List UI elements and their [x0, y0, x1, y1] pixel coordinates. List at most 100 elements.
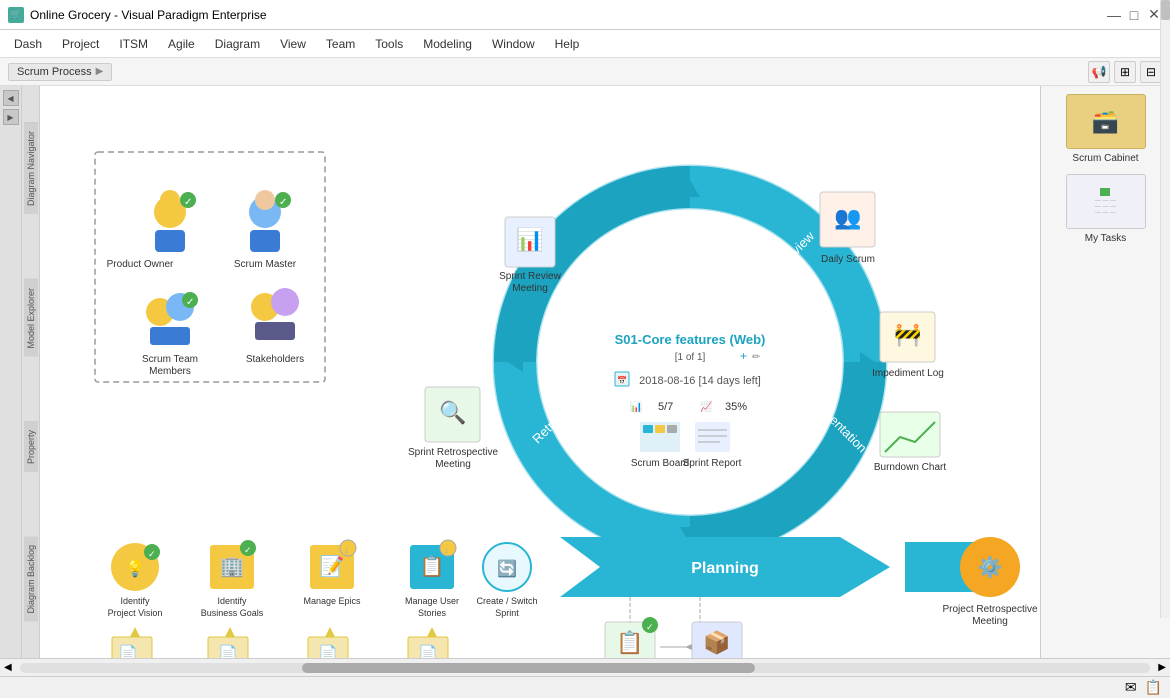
svg-text:🔄: 🔄 — [497, 559, 517, 578]
status-bar: ✉ 📋 — [0, 676, 1170, 698]
scroll-thumb[interactable] — [302, 663, 754, 673]
menu-dash[interactable]: Dash — [4, 33, 52, 55]
titlebar-left: 🛒 Online Grocery - Visual Paradigm Enter… — [8, 7, 267, 23]
stakeholders-group[interactable]: Stakeholders — [246, 288, 304, 365]
svg-text:Daily Scrum: Daily Scrum — [821, 254, 875, 265]
menu-window[interactable]: Window — [482, 33, 545, 55]
sprint-edit-icon[interactable]: ✏ — [752, 352, 761, 363]
bottom-scrollbar: ◀ ▶ — [0, 658, 1170, 676]
svg-text:✓: ✓ — [279, 197, 287, 208]
svg-text:📄: 📄 — [218, 644, 238, 658]
clipboard-icon[interactable]: 📋 — [1145, 679, 1162, 696]
menu-view[interactable]: View — [270, 33, 316, 55]
svg-text:Project Vision: Project Vision — [108, 608, 163, 618]
sprint-retrospective-meeting[interactable]: 🔍 Sprint Retrospective Meeting — [408, 387, 498, 470]
create-switch-sprint[interactable]: 🔄 Create / Switch Sprint — [476, 543, 537, 618]
svg-text:📅: 📅 — [617, 375, 627, 385]
prioritized-user-stories[interactable]: 📄 Prioritized User Stories — [403, 637, 453, 658]
identify-business-goals[interactable]: 🏢 ✓ Identify Business Goals — [201, 540, 264, 618]
menu-agile[interactable]: Agile — [158, 33, 205, 55]
svg-text:Manage User: Manage User — [405, 596, 459, 606]
svg-text:Meeting: Meeting — [435, 459, 471, 470]
my-tasks-item[interactable]: — — — — — — — — — My Tasks — [1066, 174, 1146, 244]
svg-text:Meeting: Meeting — [972, 616, 1008, 627]
menu-project[interactable]: Project — [52, 33, 109, 55]
tab-diagram-navigator[interactable]: Diagram Navigator — [24, 122, 38, 214]
sprint-progress-pct: 35% — [725, 401, 747, 413]
scrum-master-group[interactable]: ✓ Scrum Master — [234, 190, 297, 270]
project-vision-artifact[interactable]: 📄 Project Vision — [112, 637, 152, 658]
arrow-down-1 — [130, 627, 140, 637]
left-icon-2[interactable]: ▶ — [3, 109, 19, 125]
manage-user-stories[interactable]: 📋 ↓ Manage User Stories — [405, 540, 459, 618]
tab-property[interactable]: Property — [24, 421, 38, 472]
menu-help[interactable]: Help — [545, 33, 590, 55]
window-controls[interactable]: — □ ✕ — [1106, 7, 1162, 23]
manage-epics[interactable]: 📝 ↓ Manage Epics — [303, 540, 361, 606]
scrum-cabinet-icon: 🗃️ — [1066, 94, 1146, 149]
svg-text:📄: 📄 — [318, 644, 338, 658]
scroll-right-btn[interactable]: ▶ — [1158, 662, 1166, 673]
menu-modeling[interactable]: Modeling — [413, 33, 482, 55]
svg-text:↓: ↓ — [444, 545, 449, 555]
planning-label: Planning — [691, 560, 759, 577]
svg-text:Impediment Log: Impediment Log — [872, 368, 944, 379]
scroll-track[interactable] — [20, 663, 1151, 673]
svg-text:Sprint Report: Sprint Report — [683, 458, 742, 469]
prioritized-epics[interactable]: 📄 Prioritized Epics — [308, 637, 348, 658]
prioritized-use-cases[interactable]: 📄 Prioritized Use Cases — [206, 637, 251, 658]
sprint-backlog-artifact[interactable]: 📦 Sprint Backlog — [692, 622, 742, 658]
scrum-team-members-group[interactable]: ✓ Scrum Team Members — [142, 292, 198, 377]
scrum-cabinet-item[interactable]: 🗃️ Scrum Cabinet — [1066, 94, 1146, 164]
app-title: Online Grocery - Visual Paradigm Enterpr… — [30, 8, 267, 22]
conn-arrow-head — [685, 644, 692, 650]
breadcrumb[interactable]: Scrum Process ▶ — [8, 63, 112, 81]
impediment-log[interactable]: 🚧 Impediment Log — [872, 312, 944, 379]
email-icon[interactable]: ✉ — [1125, 679, 1137, 696]
sprint-progress-count: 5/7 — [658, 401, 673, 413]
menu-diagram[interactable]: Diagram — [205, 33, 270, 55]
sprint-planning-meeting[interactable]: 📋 ✓ Sprint Planning Meeting — [599, 617, 660, 658]
svg-text:Meeting: Meeting — [512, 283, 548, 294]
sprint-add-icon[interactable]: + — [740, 349, 747, 363]
left-tab-labels: Diagram Navigator Model Explorer Propert… — [22, 86, 40, 658]
menu-tools[interactable]: Tools — [365, 33, 413, 55]
left-icon-1[interactable]: ◀ — [3, 90, 19, 106]
grid-icon[interactable]: ⊞ — [1114, 61, 1136, 83]
svg-text:Create / Switch: Create / Switch — [476, 596, 537, 606]
panel-icon[interactable]: ⊟ — [1140, 61, 1162, 83]
svg-text:⚙️: ⚙️ — [978, 555, 1003, 579]
my-tasks-label: My Tasks — [1085, 233, 1127, 244]
svg-text:Burndown Chart: Burndown Chart — [874, 462, 946, 473]
right-panel: 🗃️ Scrum Cabinet — — — — — — — — — My Ta… — [1040, 86, 1170, 658]
svg-text:Identify: Identify — [120, 596, 150, 606]
svg-text:👥: 👥 — [834, 205, 861, 230]
breadcrumb-bar: Scrum Process ▶ 📢 ⊞ ⊟ — [0, 58, 1170, 86]
minimize-button[interactable]: — — [1106, 7, 1122, 23]
maximize-button[interactable]: □ — [1126, 7, 1142, 23]
scrum-cabinet-label: Scrum Cabinet — [1072, 153, 1138, 164]
breadcrumb-toolbar: 📢 ⊞ ⊟ — [1088, 61, 1162, 83]
diagram-svg: ✓ Product Owner ✓ Scrum Master ✓ Scrum T… — [40, 86, 1040, 658]
tab-diagram-backlog[interactable]: Diagram Backlog — [24, 537, 38, 622]
svg-text:📋: 📋 — [420, 554, 445, 578]
burndown-chart[interactable]: Burndown Chart — [874, 412, 946, 473]
svg-text:Scrum Master: Scrum Master — [234, 259, 297, 270]
scroll-left-btn[interactable]: ◀ — [4, 662, 12, 673]
product-owner-group[interactable]: ✓ Product Owner — [107, 190, 196, 270]
app-icon: 🛒 — [8, 7, 24, 23]
svg-text:🔍: 🔍 — [439, 398, 466, 425]
svg-text:📄: 📄 — [418, 644, 438, 658]
menu-team[interactable]: Team — [316, 33, 365, 55]
svg-text:📋: 📋 — [616, 630, 643, 655]
svg-text:Manage Epics: Manage Epics — [303, 596, 361, 606]
svg-text:✓: ✓ — [646, 622, 654, 632]
identify-project-vision[interactable]: 💡 ✓ Identify Project Vision — [108, 543, 163, 618]
daily-scrum[interactable]: 👥 Daily Scrum — [820, 192, 875, 265]
tab-model-explorer[interactable]: Model Explorer — [24, 279, 38, 357]
menu-itsm[interactable]: ITSM — [109, 33, 158, 55]
broadcast-icon[interactable]: 📢 — [1088, 61, 1110, 83]
svg-text:📝: 📝 — [320, 554, 345, 578]
svg-text:📊: 📊 — [516, 227, 543, 252]
scrollbar-track[interactable] — [1160, 86, 1170, 618]
